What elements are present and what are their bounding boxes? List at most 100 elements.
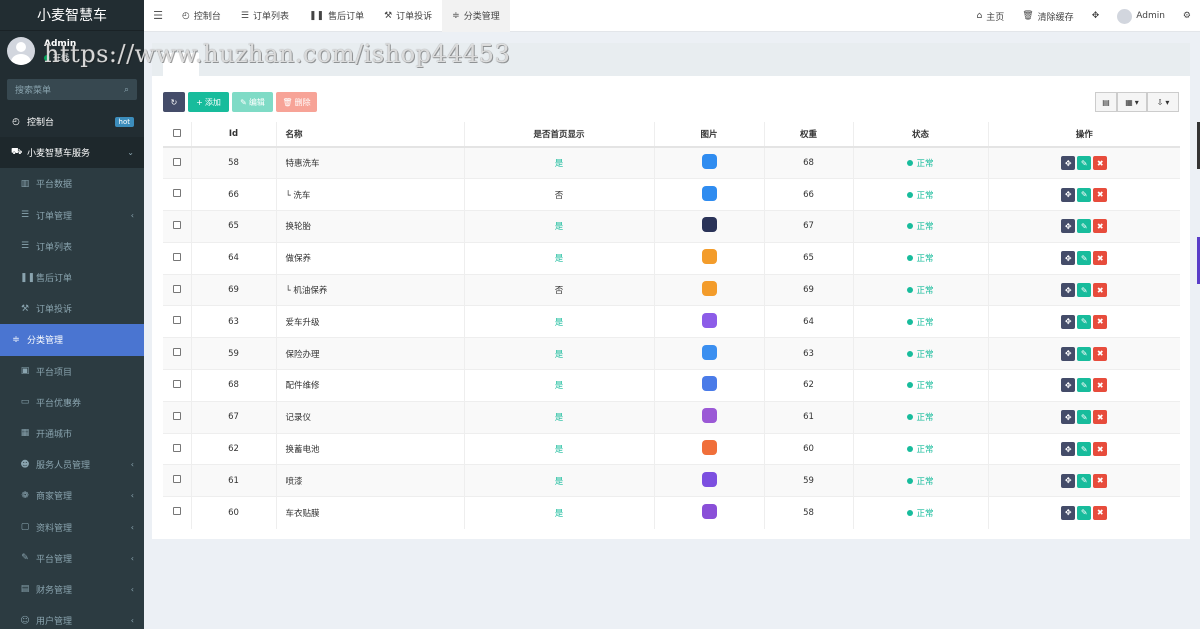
row-checkbox[interactable]: [172, 284, 181, 293]
row-checkbox[interactable]: [172, 220, 181, 229]
row-edit-button[interactable]: ✎: [1077, 346, 1092, 361]
status-label[interactable]: 正常: [916, 411, 933, 423]
table-row[interactable]: 67 记录仪 是 61 正常 ✥ ✎ ✖: [163, 400, 1180, 434]
drag-move-button[interactable]: ✥: [1061, 156, 1076, 171]
drag-move-button[interactable]: ✥: [1061, 505, 1076, 520]
column-header-image[interactable]: 图片: [653, 122, 764, 148]
row-checkbox[interactable]: [172, 379, 181, 388]
column-header-status[interactable]: 状态: [852, 122, 988, 148]
sidebar-item-platform-data[interactable]: ▥ 平台数据: [0, 168, 144, 200]
toggle-view-button[interactable]: ▤: [1095, 92, 1117, 112]
row-edit-button[interactable]: ✎: [1077, 187, 1092, 202]
sidebar-item-order-list[interactable]: ☰ 订单列表: [0, 230, 144, 262]
row-edit-button[interactable]: ✎: [1077, 251, 1092, 266]
drag-move-button[interactable]: ✥: [1061, 283, 1076, 298]
sidebar-item-dashboard[interactable]: ◴ 控制台 hot: [0, 106, 144, 137]
menu-toggle-icon[interactable]: ☰: [144, 9, 172, 22]
brand-logo[interactable]: 小麦智慧车: [0, 0, 144, 31]
table-row[interactable]: 63 爱车升级 是 64 正常 ✥ ✎ ✖: [163, 305, 1180, 338]
row-edit-button[interactable]: ✎: [1077, 410, 1092, 425]
row-delete-button[interactable]: ✖: [1093, 219, 1108, 234]
drag-move-button[interactable]: ✥: [1061, 473, 1076, 488]
row-checkbox[interactable]: [172, 348, 181, 357]
admin-menu[interactable]: Admin: [1108, 8, 1174, 24]
edit-button[interactable]: ✎ 编辑: [232, 92, 273, 112]
category-image-icon[interactable]: [701, 185, 717, 201]
table-row[interactable]: 61 喷漆 是 59 正常 ✥ ✎ ✖: [163, 464, 1180, 497]
tab-order-complaints[interactable]: ⚒ 订单投诉: [374, 0, 442, 32]
table-row[interactable]: 59 保险办理 是 63 正常 ✥ ✎ ✖: [163, 337, 1180, 370]
status-label[interactable]: 正常: [916, 348, 933, 360]
category-image-icon[interactable]: [701, 471, 717, 487]
row-edit-button[interactable]: ✎: [1077, 156, 1092, 171]
settings-gear-icon[interactable]: ⚙: [1174, 11, 1200, 21]
columns-button[interactable]: ▦ ▾: [1117, 92, 1147, 112]
row-edit-button[interactable]: ✎: [1077, 442, 1092, 457]
row-edit-button[interactable]: ✎: [1077, 283, 1092, 298]
fullscreen-icon[interactable]: ✥: [1083, 11, 1109, 21]
sidebar-item-user-management[interactable]: ☺ 用户管理 ‹: [0, 605, 144, 629]
category-image-icon[interactable]: [701, 154, 717, 170]
tab-category-management[interactable]: ≑ 分类管理: [442, 0, 510, 32]
status-label[interactable]: 正常: [916, 443, 933, 455]
category-image-icon[interactable]: [701, 408, 717, 424]
row-checkbox[interactable]: [172, 411, 181, 420]
category-image-icon[interactable]: [701, 344, 717, 360]
tab-after-sales[interactable]: ❚❚ 售后订单: [299, 0, 374, 32]
drag-move-button[interactable]: ✥: [1061, 442, 1076, 457]
row-delete-button[interactable]: ✖: [1093, 410, 1108, 425]
row-checkbox-cell[interactable]: [163, 400, 191, 434]
sidebar-item-cities[interactable]: ▦ 开通城市: [0, 417, 144, 450]
row-checkbox-cell[interactable]: [163, 146, 191, 179]
sidebar-item-platform-management[interactable]: ✎ 平台管理 ‹: [0, 542, 144, 574]
select-all-checkbox-cell[interactable]: [163, 122, 191, 148]
table-row[interactable]: 58 特惠洗车 是 68 正常 ✥ ✎ ✖: [163, 146, 1180, 179]
table-row[interactable]: 64 做保养 是 65 正常 ✥ ✎ ✖: [163, 241, 1180, 275]
row-checkbox-cell[interactable]: [163, 241, 191, 275]
add-button[interactable]: + 添加: [188, 92, 229, 112]
row-checkbox-cell[interactable]: [163, 178, 191, 211]
sidebar-item-merchant-management[interactable]: ❁ 商家管理 ‹: [0, 480, 144, 512]
category-image-icon[interactable]: [701, 217, 717, 233]
row-delete-button[interactable]: ✖: [1093, 473, 1108, 488]
status-label[interactable]: 正常: [916, 284, 933, 296]
export-button[interactable]: ⇩ ▾: [1147, 92, 1179, 112]
row-checkbox[interactable]: [172, 507, 181, 516]
table-row[interactable]: 69 └ 机油保养 否 69 正常 ✥ ✎ ✖: [163, 273, 1180, 306]
status-label[interactable]: 正常: [916, 379, 933, 391]
category-image-icon[interactable]: [701, 281, 717, 297]
row-checkbox[interactable]: [172, 316, 181, 325]
sidebar-item-finance-management[interactable]: ▤ 财务管理 ‹: [0, 573, 144, 605]
sidebar-item-data-management[interactable]: ▢ 资料管理 ‹: [0, 511, 144, 543]
sidebar-item-platform-projects[interactable]: ▣ 平台项目: [0, 355, 144, 387]
status-label[interactable]: 正常: [916, 252, 933, 264]
sidebar-item-after-sales[interactable]: ❚❚ 售后订单: [0, 261, 144, 294]
category-image-icon[interactable]: [701, 503, 717, 519]
row-checkbox-cell[interactable]: [163, 496, 191, 529]
row-delete-button[interactable]: ✖: [1093, 314, 1108, 329]
row-delete-button[interactable]: ✖: [1093, 283, 1108, 298]
sidebar-item-coupons[interactable]: ▭ 平台优惠券: [0, 386, 144, 418]
row-checkbox-cell[interactable]: [163, 464, 191, 497]
table-row[interactable]: 62 换蓄电池 是 60 正常 ✥ ✎ ✖: [163, 432, 1180, 465]
select-all-checkbox[interactable]: [172, 128, 181, 137]
tab-order-list[interactable]: ☰ 订单列表: [231, 0, 299, 32]
drag-move-button[interactable]: ✥: [1061, 346, 1076, 361]
sidebar-item-order-complaints[interactable]: ⚒ 订单投诉: [0, 293, 144, 325]
status-label[interactable]: 正常: [916, 220, 933, 232]
sidebar-item-staff-management[interactable]: ☻ 服务人员管理 ‹: [0, 449, 144, 481]
status-label[interactable]: 正常: [916, 157, 933, 169]
clear-cache-button[interactable]: 🗑 清除缓存: [1013, 10, 1082, 23]
refresh-button[interactable]: ↻: [163, 92, 185, 112]
category-image-icon[interactable]: [701, 376, 717, 392]
row-checkbox[interactable]: [172, 252, 181, 261]
row-checkbox[interactable]: [172, 157, 181, 166]
category-image-icon[interactable]: [701, 312, 717, 328]
home-link[interactable]: ⌂ 主页: [968, 10, 1014, 23]
row-delete-button[interactable]: ✖: [1093, 251, 1108, 266]
category-image-icon[interactable]: [701, 249, 717, 265]
row-delete-button[interactable]: ✖: [1093, 505, 1108, 520]
table-row[interactable]: 65 换轮胎 是 67 正常 ✥ ✎ ✖: [163, 210, 1180, 243]
drag-move-button[interactable]: ✥: [1061, 251, 1076, 266]
menu-search-input[interactable]: 搜索菜单 ⌕: [7, 79, 137, 100]
